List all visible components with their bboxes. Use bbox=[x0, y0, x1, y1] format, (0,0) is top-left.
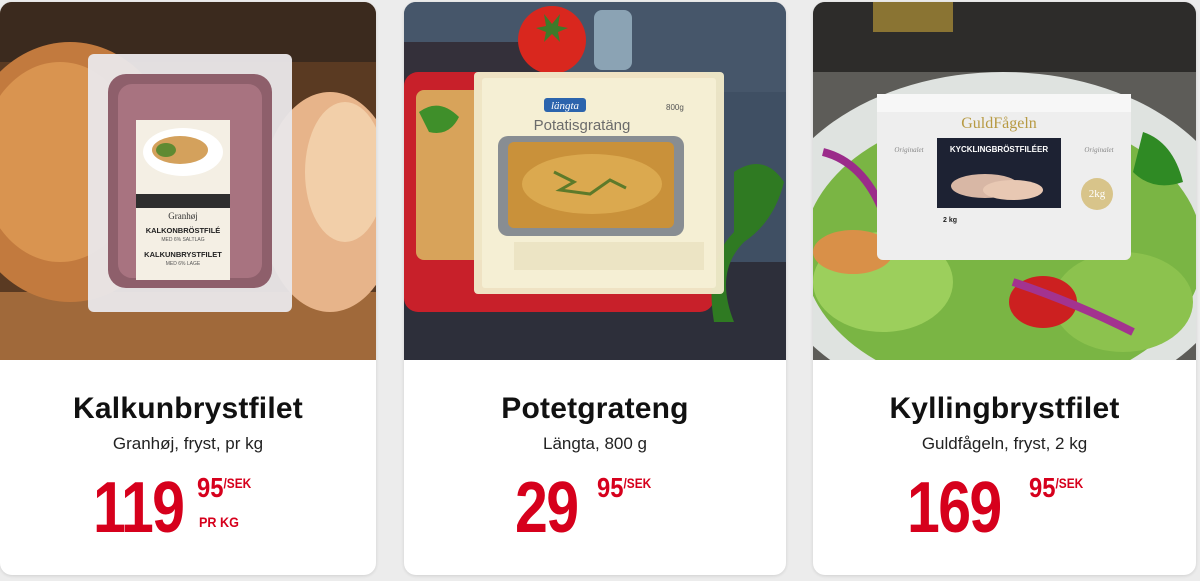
product-name: Kalkunbrystfilet bbox=[73, 392, 303, 425]
turkey-photo: Granhøj KALKONBRÖSTFILÉ MED 6% SALTLAG K… bbox=[0, 2, 376, 360]
product-subtitle: Guldfågeln, fryst, 2 kg bbox=[921, 434, 1088, 453]
price-currency: /SEK bbox=[223, 475, 252, 491]
price-decimal-currency: 95/SEK bbox=[197, 474, 251, 502]
price-tag: 29 95/SEK bbox=[515, 472, 675, 552]
price-decimal: 95 bbox=[597, 472, 624, 503]
gratin-photo: längta Potatisgratäng 800g bbox=[404, 2, 786, 360]
price-whole: 29 bbox=[515, 468, 579, 548]
product-info: Potetgrateng Längta, 800 g 29 95/SEK bbox=[404, 360, 786, 575]
price-decimal: 95 bbox=[1029, 472, 1056, 503]
price-decimal-currency: 95/SEK bbox=[1029, 474, 1083, 502]
package-brand: Granhøj bbox=[168, 211, 198, 221]
product-image[interactable]: GuldFågeln Originalet Originalet KYCKLIN… bbox=[813, 2, 1196, 360]
product-image[interactable]: längta Potatisgratäng 800g bbox=[404, 2, 786, 360]
product-info: Kalkunbrystfilet Granhøj, fryst, pr kg 1… bbox=[0, 360, 376, 575]
product-card-kyllingbrystfilet[interactable]: GuldFågeln Originalet Originalet KYCKLIN… bbox=[813, 2, 1196, 575]
product-image[interactable]: Granhøj KALKONBRÖSTFILÉ MED 6% SALTLAG K… bbox=[0, 2, 376, 360]
product-card-kalkunbrystfilet[interactable]: Granhøj KALKONBRÖSTFILÉ MED 6% SALTLAG K… bbox=[0, 2, 376, 575]
product-card-potetgrateng[interactable]: längta Potatisgratäng 800g Potetgrateng … bbox=[404, 2, 786, 575]
svg-text:Potatisgratäng: Potatisgratäng bbox=[534, 117, 631, 134]
svg-text:MED 6% LAGE: MED 6% LAGE bbox=[166, 261, 201, 267]
svg-text:Originalet: Originalet bbox=[1084, 146, 1114, 154]
product-subtitle: Granhøj, fryst, pr kg bbox=[112, 434, 264, 453]
price-unit: PR KG bbox=[199, 514, 239, 530]
price-tag: 119 95/SEK PR KG bbox=[93, 472, 283, 552]
product-name: Kyllingbrystfilet bbox=[889, 392, 1120, 425]
svg-text:KALKUNBRYSTFILET: KALKUNBRYSTFILET bbox=[144, 250, 222, 259]
package-brand: GuldFågeln bbox=[961, 115, 1037, 132]
price-decimal: 95 bbox=[197, 472, 224, 503]
package-brand: längta bbox=[551, 100, 580, 112]
price-tag: 169 95/SEK bbox=[907, 472, 1102, 552]
product-subtitle: Längta, 800 g bbox=[543, 434, 647, 453]
product-info: Kyllingbrystfilet Guldfågeln, fryst, 2 k… bbox=[813, 360, 1196, 575]
price-currency: /SEK bbox=[623, 475, 652, 491]
svg-text:KALKONBRÖSTFILÉ: KALKONBRÖSTFILÉ bbox=[146, 226, 221, 235]
price-currency: /SEK bbox=[1055, 475, 1084, 491]
price-whole: 119 bbox=[93, 468, 185, 548]
svg-text:KYCKLINGBRÖSTFILÉER: KYCKLINGBRÖSTFILÉER bbox=[950, 145, 1048, 154]
product-name: Potetgrateng bbox=[501, 392, 689, 425]
svg-text:MED 6% SALTLAG: MED 6% SALTLAG bbox=[161, 237, 204, 243]
price-decimal-currency: 95/SEK bbox=[597, 474, 651, 502]
chicken-salad-photo: GuldFågeln Originalet Originalet KYCKLIN… bbox=[813, 2, 1196, 360]
svg-text:Originalet: Originalet bbox=[894, 146, 924, 154]
svg-text:2kg: 2kg bbox=[1089, 188, 1106, 200]
svg-text:2 kg: 2 kg bbox=[943, 217, 957, 224]
price-whole: 169 bbox=[907, 468, 1002, 548]
svg-text:800g: 800g bbox=[666, 103, 684, 112]
